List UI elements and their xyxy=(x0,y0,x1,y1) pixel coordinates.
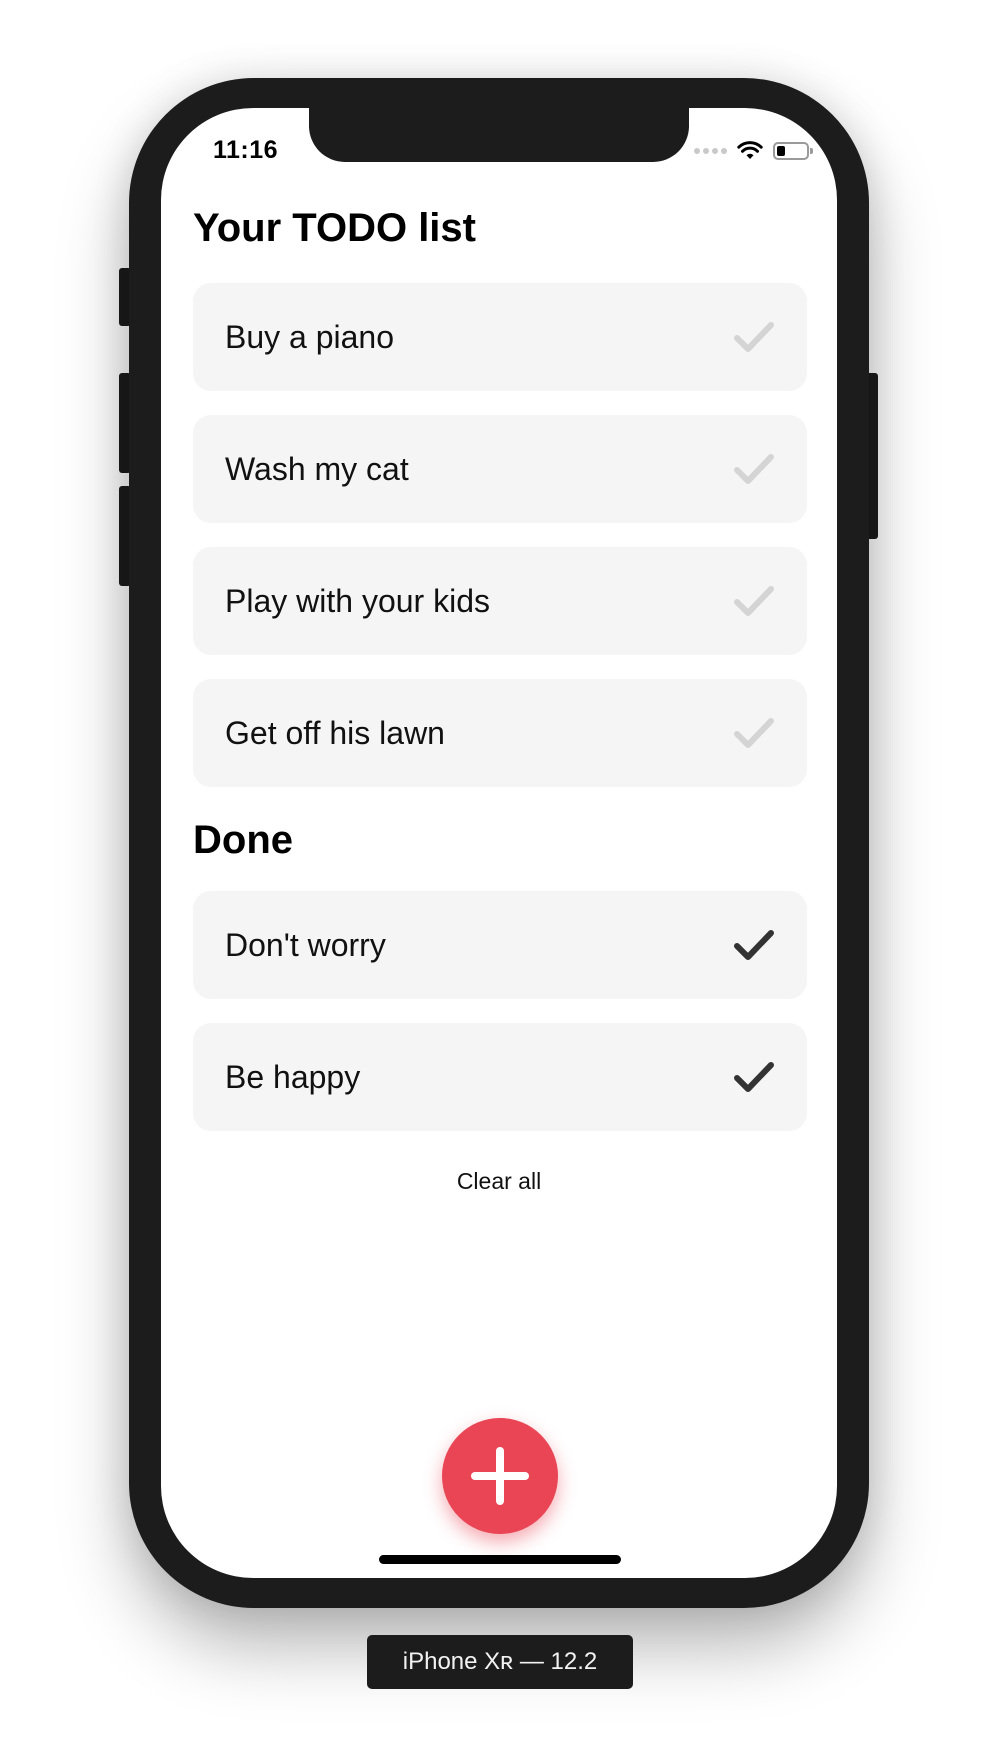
add-todo-button[interactable] xyxy=(442,1418,558,1534)
todo-section-title: Your TODO list xyxy=(193,206,476,250)
item-label: Be happy xyxy=(225,1058,361,1095)
checkmark-icon[interactable] xyxy=(733,716,775,750)
todo-item[interactable]: Buy a piano xyxy=(193,283,807,391)
todo-item[interactable]: Wash my cat xyxy=(193,415,807,523)
todo-list: Buy a piano Wash my cat Play with your kid… xyxy=(193,283,807,811)
done-list: Don't worry Be happy xyxy=(193,891,807,1155)
signal-icon xyxy=(694,148,727,154)
notch xyxy=(309,108,689,162)
plus-icon xyxy=(471,1447,529,1505)
home-indicator[interactable] xyxy=(379,1555,621,1564)
simulator-device-label: iPhone Xʀ — 12.2 xyxy=(367,1635,633,1689)
todo-item[interactable]: Play with your kids xyxy=(193,547,807,655)
status-time: 11:16 xyxy=(213,136,279,164)
done-section-title: Done xyxy=(193,818,293,862)
simulator-stage: 11:16 Your TODO list Buy a piano Wash my … xyxy=(0,0,998,1758)
app-screen: 11:16 Your TODO list Buy a piano Wash my … xyxy=(161,108,837,1578)
checkmark-icon[interactable] xyxy=(733,584,775,618)
battery-icon xyxy=(773,142,813,160)
status-icons xyxy=(694,138,813,164)
item-label: Get off his lawn xyxy=(225,714,445,751)
checkmark-icon[interactable] xyxy=(733,1060,775,1094)
item-label: Buy a piano xyxy=(225,318,395,355)
item-label: Play with your kids xyxy=(225,582,490,619)
item-label: Don't worry xyxy=(225,926,386,963)
done-item[interactable]: Be happy xyxy=(193,1023,807,1131)
item-label: Wash my cat xyxy=(225,450,409,487)
checkmark-icon[interactable] xyxy=(733,320,775,354)
checkmark-icon[interactable] xyxy=(733,452,775,486)
wifi-icon xyxy=(737,141,763,159)
checkmark-icon[interactable] xyxy=(733,928,775,962)
done-item[interactable]: Don't worry xyxy=(193,891,807,999)
battery-level xyxy=(777,146,785,156)
clear-all-button[interactable]: Clear all xyxy=(161,1168,837,1195)
todo-item[interactable]: Get off his lawn xyxy=(193,679,807,787)
